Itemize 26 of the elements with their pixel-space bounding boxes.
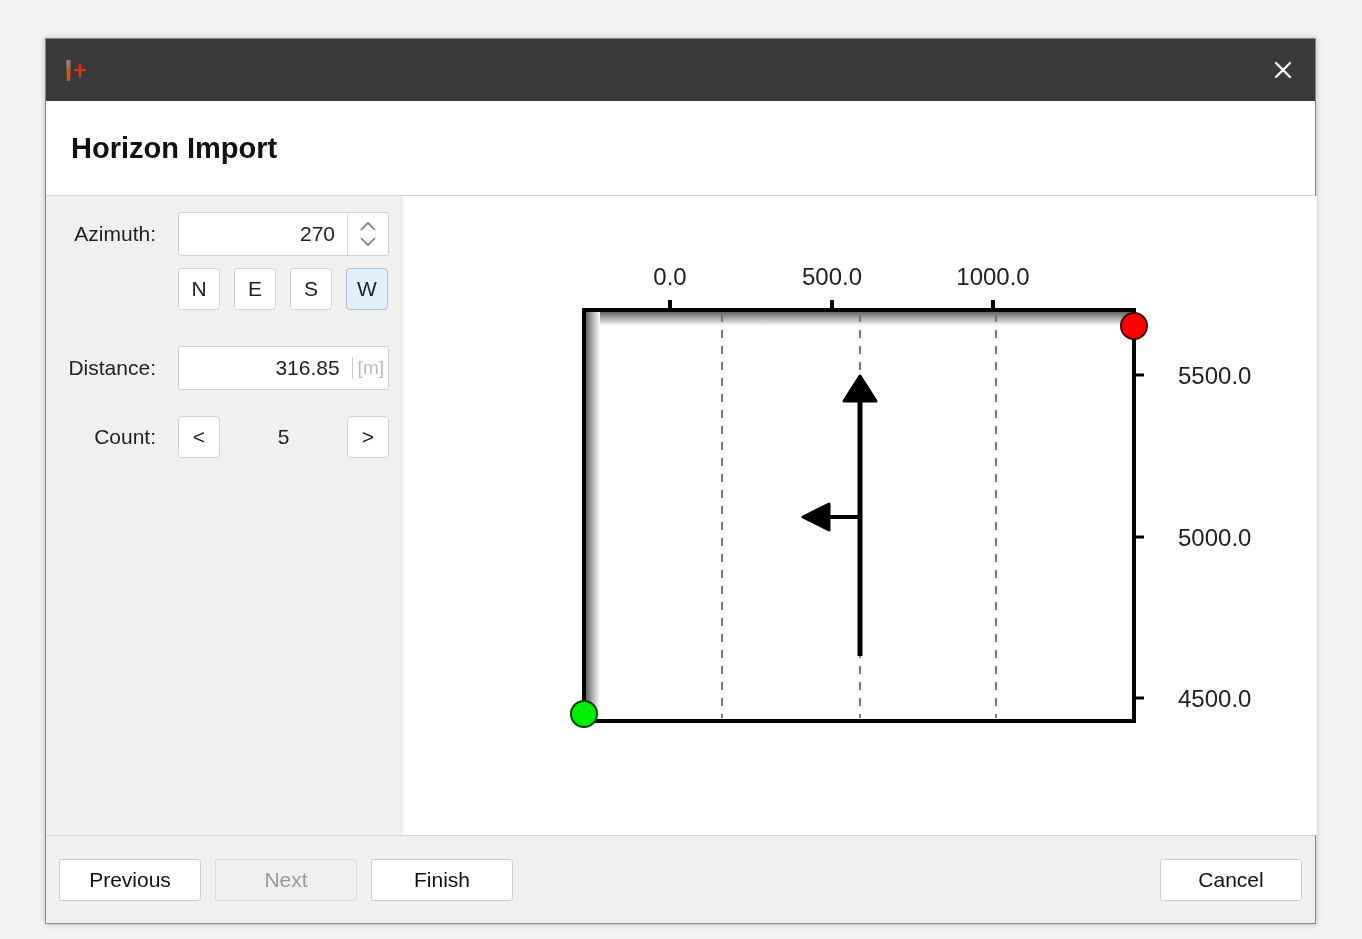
count-value: 5 xyxy=(277,425,290,449)
end-point-marker xyxy=(1120,312,1148,340)
x-tick-label: 0.0 xyxy=(653,263,687,290)
direction-button[interactable]: S xyxy=(290,268,332,310)
y-tick-label: 5000.0 xyxy=(1178,524,1252,551)
wizard-button[interactable]: Finish xyxy=(371,858,513,901)
distance-label: Distance: xyxy=(68,356,156,380)
x-tick-label: 500.0 xyxy=(801,263,863,290)
distance-field[interactable]: 316.85 [m] xyxy=(178,346,389,390)
increment-button[interactable]: > xyxy=(347,416,389,458)
y-tick-label: 4500.0 xyxy=(1178,685,1252,712)
direction-button[interactable]: W xyxy=(346,268,388,310)
start-point-marker xyxy=(570,700,598,728)
unit-label: [m] xyxy=(351,357,388,379)
x-tick-label: 1000.0 xyxy=(956,263,1030,290)
direction-button[interactable]: E xyxy=(234,268,276,310)
left-arrow xyxy=(801,502,860,532)
cancel-button[interactable]: Cancel xyxy=(1160,858,1302,901)
wizard-button[interactable]: Previous xyxy=(59,858,201,901)
direction-button[interactable]: N xyxy=(178,268,220,310)
count-label: Count: xyxy=(94,425,156,449)
dialog-title: Horizon Import xyxy=(71,131,278,165)
azimuth-field[interactable]: 270 xyxy=(178,212,389,256)
azimuth-label: Azimuth: xyxy=(74,222,156,246)
y-tick-label: 5500.0 xyxy=(1178,362,1252,389)
decrement-button[interactable]: < xyxy=(178,416,220,458)
